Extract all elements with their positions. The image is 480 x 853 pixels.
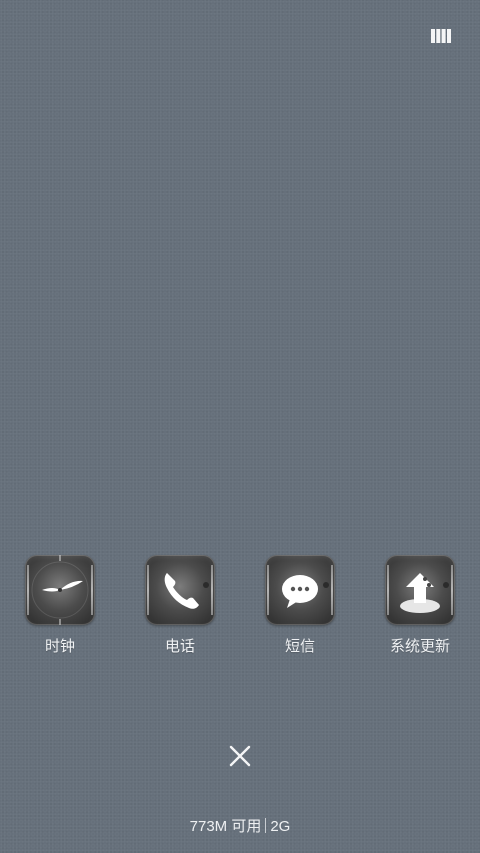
recent-app-messages[interactable]: 短信 bbox=[255, 555, 345, 656]
panel-toggle-icon bbox=[431, 28, 451, 48]
memory-status: 773M 可用 2G bbox=[0, 815, 480, 836]
close-icon bbox=[229, 745, 251, 772]
phone-icon bbox=[145, 555, 215, 625]
recent-app-clock[interactable]: 时钟 bbox=[15, 555, 105, 656]
clear-all-button[interactable] bbox=[226, 744, 254, 772]
clock-icon bbox=[25, 555, 95, 625]
app-label: 电话 bbox=[164, 638, 195, 655]
recent-app-system-update[interactable]: 系统更新 bbox=[375, 555, 465, 656]
message-icon bbox=[265, 555, 335, 625]
app-label: 时钟 bbox=[44, 638, 75, 655]
memory-separator bbox=[265, 818, 267, 833]
panel-toggle-button[interactable] bbox=[430, 28, 452, 48]
memory-available: 773M 可用 bbox=[189, 818, 262, 835]
system-update-icon bbox=[385, 555, 455, 625]
app-label: 短信 bbox=[284, 638, 315, 655]
app-label: 系统更新 bbox=[389, 638, 450, 655]
recent-app-phone[interactable]: 电话 bbox=[135, 555, 225, 656]
recent-apps-row: 时钟 电话 短信 系统更新 bbox=[0, 555, 480, 665]
memory-total: 2G bbox=[270, 818, 291, 835]
